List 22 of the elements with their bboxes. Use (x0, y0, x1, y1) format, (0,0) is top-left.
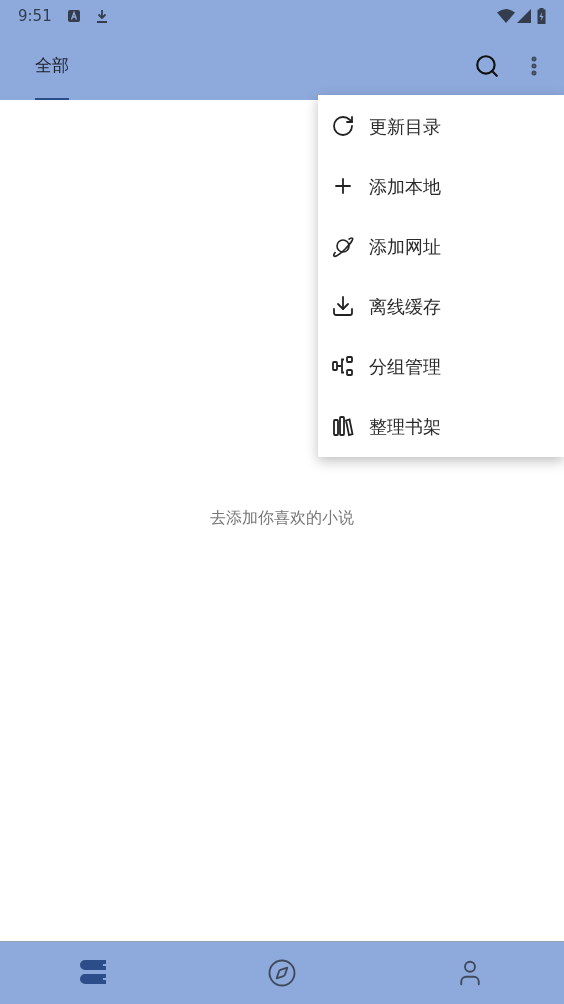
menu-item[interactable]: 更新目录 (318, 96, 564, 156)
empty-message: 去添加你喜欢的小说 (210, 507, 354, 529)
planet-icon (331, 234, 355, 258)
download-icon (95, 9, 108, 23)
books-icon[interactable] (79, 959, 109, 987)
books-icon (331, 414, 355, 438)
menu-item[interactable]: 添加网址 (318, 216, 564, 276)
search-icon[interactable] (474, 53, 500, 79)
battery-icon (537, 8, 546, 24)
refresh-icon (331, 114, 355, 138)
tab[interactable]: 全部 (35, 32, 69, 100)
status-time: 9:51 (18, 5, 52, 27)
compass-icon[interactable] (267, 958, 297, 988)
group-icon (331, 354, 355, 378)
menu-item[interactable]: 离线缓存 (318, 276, 564, 336)
download-icon (331, 294, 355, 318)
keyboard-icon (67, 10, 80, 22)
menu-item[interactable]: 添加本地 (318, 156, 564, 216)
wifi-icon (497, 9, 515, 23)
menu-item[interactable]: 整理书架 (318, 396, 564, 456)
signal-icon (517, 9, 531, 23)
menu-item[interactable]: 分组管理 (318, 336, 564, 396)
